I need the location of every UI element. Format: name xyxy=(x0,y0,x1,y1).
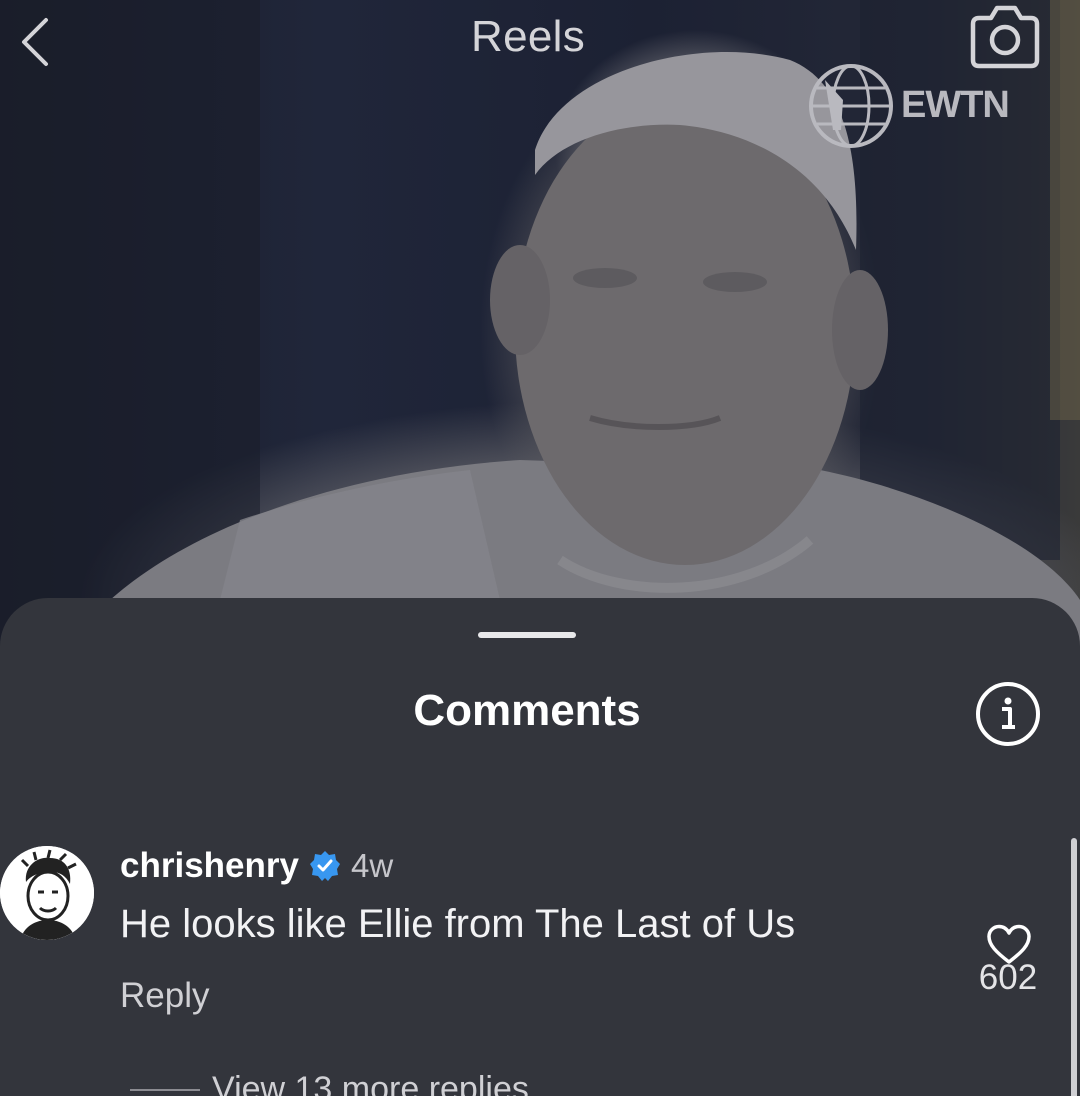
sheet-drag-handle[interactable] xyxy=(478,632,576,638)
reels-top-bar: Reels xyxy=(0,0,1080,80)
camera-button[interactable] xyxy=(965,0,1045,72)
avatar[interactable] xyxy=(0,846,94,940)
view-replies-label: View 13 more replies xyxy=(212,1070,529,1096)
view-replies-button[interactable]: View 13 more replies xyxy=(130,1070,529,1096)
info-button[interactable] xyxy=(972,678,1044,750)
verified-badge-icon xyxy=(309,851,340,881)
replies-divider-line xyxy=(130,1088,200,1091)
page-title: Reels xyxy=(471,12,585,61)
comments-title: Comments xyxy=(413,686,641,735)
reel-video[interactable]: EWTN Reels xyxy=(0,0,1080,660)
watermark-text: EWTN xyxy=(901,84,1010,126)
reels-comments-screen: EWTN Reels Comments chrishenry 4w He loo… xyxy=(0,0,1080,1096)
reply-button[interactable]: Reply xyxy=(120,976,209,1016)
comments-sheet: Comments chrishenry 4w He looks like Ell… xyxy=(0,598,1080,1096)
comment-text: He looks like Ellie from The Last of Us xyxy=(120,902,796,946)
comment-header: chrishenry 4w xyxy=(120,844,393,888)
info-icon xyxy=(976,682,1040,746)
comment-username[interactable]: chrishenry xyxy=(120,846,299,886)
user-avatar-illustration xyxy=(0,846,94,940)
scrollbar[interactable] xyxy=(1071,838,1077,1096)
like-count: 602 xyxy=(978,958,1038,997)
camera-icon xyxy=(970,5,1040,69)
comment-timestamp: 4w xyxy=(350,847,394,884)
comment-item: chrishenry 4w He looks like Ellie from T… xyxy=(0,834,1080,1096)
